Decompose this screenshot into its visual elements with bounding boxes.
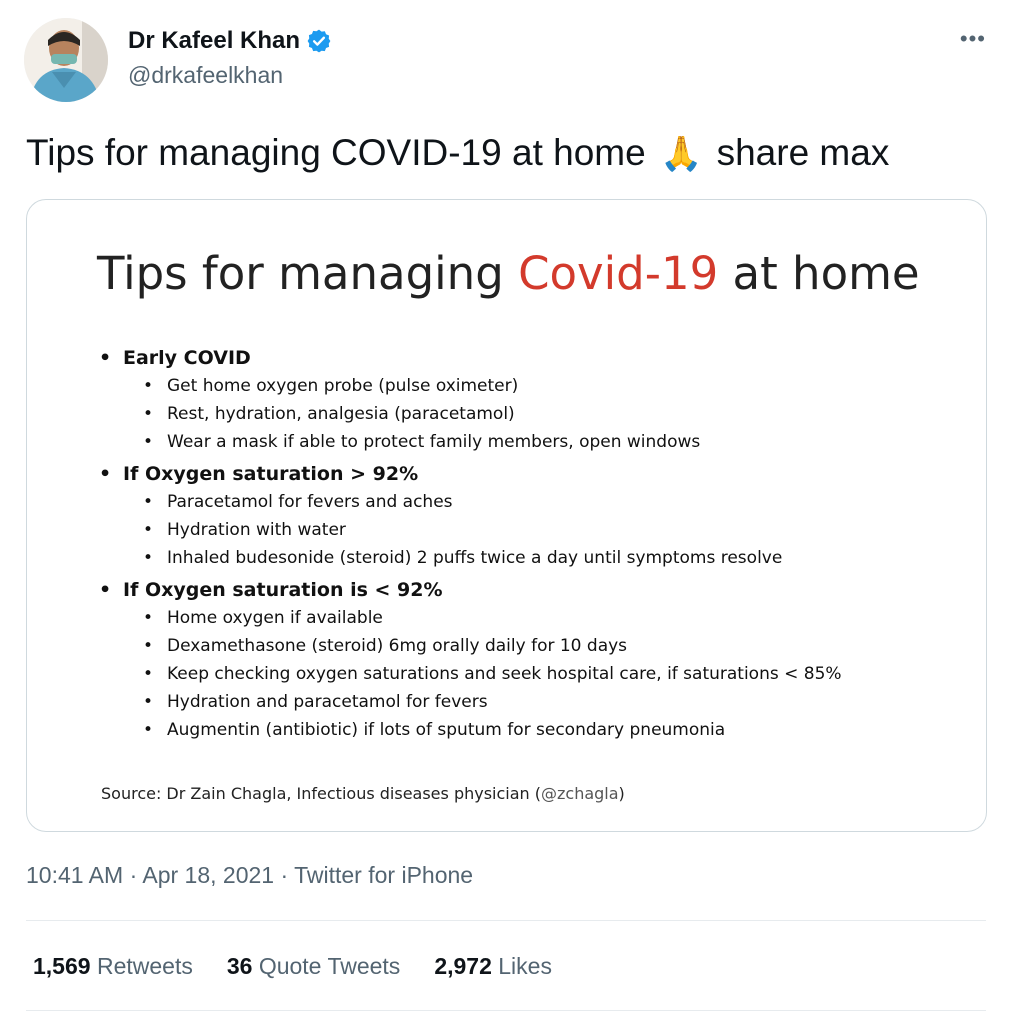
author-block: Dr Kafeel Khan @drkafeelkhan (128, 26, 332, 90)
verified-badge-icon (307, 29, 331, 53)
tweet-text: Tips for managing COVID-19 at home 🙏 sha… (26, 130, 889, 177)
slide-section-heading: Early COVID (97, 344, 957, 372)
slide-bullet-item: Inhaled budesonide (steroid) 2 puffs twi… (97, 544, 957, 572)
quote-tweets-label: Quote Tweets (258, 953, 401, 979)
slide-bullet-item: Hydration and paracetamol for fevers (97, 688, 957, 716)
more-dots-icon[interactable]: ••• (960, 26, 986, 52)
slide-bullet-item: Home oxygen if available (97, 604, 957, 632)
slide-bullet-item: Rest, hydration, analgesia (paracetamol) (97, 400, 957, 428)
avatar[interactable] (24, 18, 108, 102)
tweet-text-main: Tips for managing COVID-19 at home (26, 132, 646, 173)
retweets-count: 1,569 (33, 953, 91, 979)
avatar-image (24, 18, 108, 102)
slide-section-heading: If Oxygen saturation > 92% (97, 460, 957, 488)
tweet-date[interactable]: Apr 18, 2021 (142, 862, 274, 888)
retweets-label: Retweets (96, 953, 193, 979)
meta-separator: · (123, 862, 143, 888)
slide-bullet-item: Augmentin (antibiotic) if lots of sputum… (97, 716, 957, 744)
slide-title-part2: at home (718, 247, 920, 300)
source-handle: @zchagla (541, 784, 619, 803)
folded-hands-emoji: 🙏 (659, 135, 703, 173)
divider (26, 920, 986, 921)
source-close: ) (618, 784, 625, 803)
tweet-stats: 1,569 Retweets 36 Quote Tweets 2,972 Lik… (33, 953, 552, 980)
likes-count: 2,972 (434, 953, 492, 979)
quote-tweets-stat[interactable]: 36 Quote Tweets (227, 953, 400, 980)
author-handle[interactable]: @drkafeelkhan (128, 60, 332, 90)
slide-bullet-item: Paracetamol for fevers and aches (97, 488, 957, 516)
slide-section-heading: If Oxygen saturation is < 92% (97, 576, 957, 604)
retweets-stat[interactable]: 1,569 Retweets (33, 953, 193, 980)
author-display-name[interactable]: Dr Kafeel Khan (128, 26, 300, 56)
slide-title-part1: Tips for managing (97, 247, 519, 300)
tweet-header: Dr Kafeel Khan @drkafeelkhan ••• (24, 18, 1000, 104)
likes-label: Likes (498, 953, 552, 979)
slide-title-highlight: Covid-19 (518, 247, 719, 300)
slide-title: Tips for managing Covid-19 at home (97, 246, 920, 302)
tweet-text-tail: share max (716, 132, 890, 173)
slide-bullet-item: Keep checking oxygen saturations and see… (97, 660, 957, 688)
slide-bullet-item: Hydration with water (97, 516, 957, 544)
tweet-client[interactable]: Twitter for iPhone (294, 862, 473, 888)
author-name-row[interactable]: Dr Kafeel Khan (128, 26, 332, 56)
slide-bullets: Early COVIDGet home oxygen probe (pulse … (97, 340, 957, 744)
slide-bullet-item: Dexamethasone (steroid) 6mg orally daily… (97, 632, 957, 660)
tweet-time[interactable]: 10:41 AM (26, 862, 123, 888)
source-text: Source: Dr Zain Chagla, Infectious disea… (101, 784, 541, 803)
tweet-image[interactable]: Tips for managing Covid-19 at home Early… (26, 199, 987, 832)
tweet-meta: 10:41 AM · Apr 18, 2021 · Twitter for iP… (26, 862, 473, 889)
slide-bullet-item: Wear a mask if able to protect family me… (97, 428, 957, 456)
meta-separator: · (274, 862, 295, 888)
divider (26, 1010, 986, 1011)
slide-source: Source: Dr Zain Chagla, Infectious disea… (101, 784, 625, 803)
likes-stat[interactable]: 2,972 Likes (434, 953, 552, 980)
slide-bullet-item: Get home oxygen probe (pulse oximeter) (97, 372, 957, 400)
quote-tweets-count: 36 (226, 953, 253, 979)
